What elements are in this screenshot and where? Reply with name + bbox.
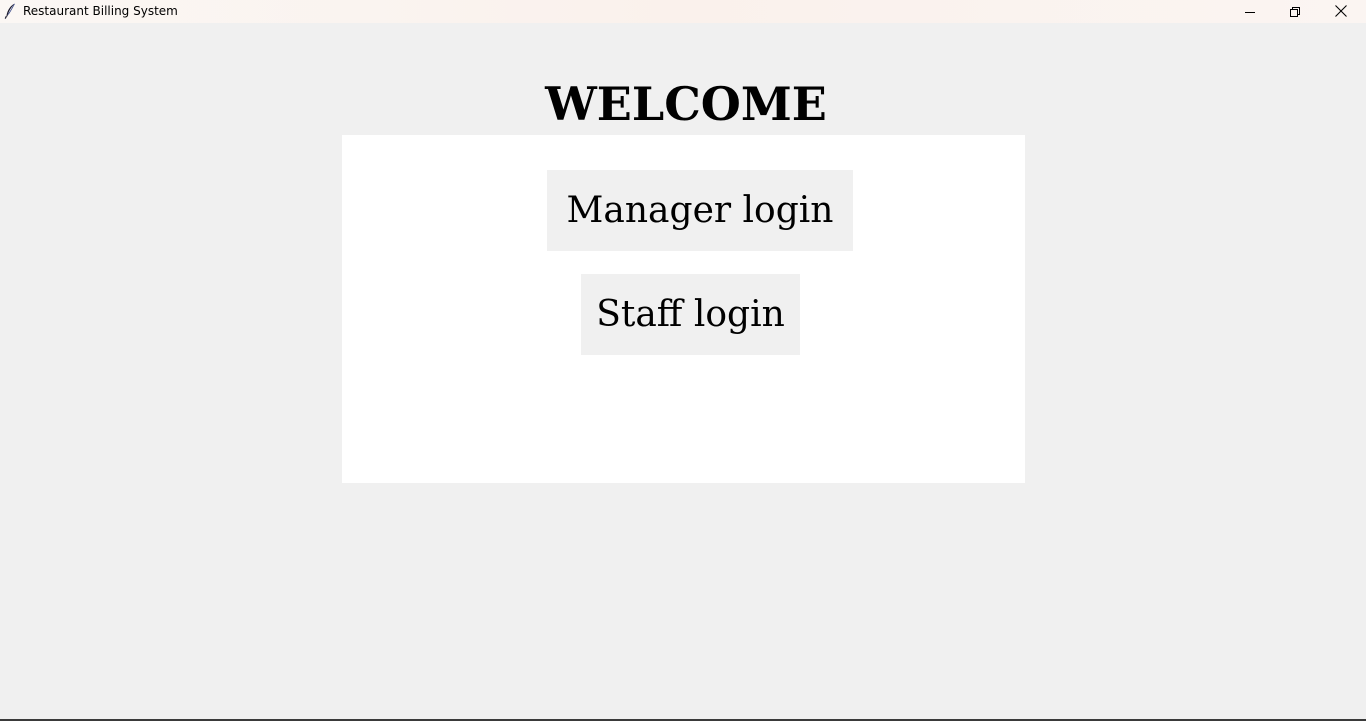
staff-login-button[interactable]: Staff login — [581, 274, 800, 355]
login-panel: Manager login Staff login — [342, 135, 1025, 483]
feather-icon — [4, 3, 16, 19]
minimize-button[interactable] — [1227, 0, 1273, 23]
window-title: Restaurant Billing System — [23, 4, 178, 18]
title-bar[interactable]: Restaurant Billing System — [0, 0, 1366, 23]
welcome-heading: WELCOME — [545, 77, 827, 131]
close-icon — [1335, 2, 1347, 21]
minimize-icon — [1245, 2, 1255, 21]
manager-login-button[interactable]: Manager login — [547, 170, 853, 251]
app-window: Restaurant Billing System WELCOME Manage… — [0, 0, 1366, 721]
maximize-button[interactable] — [1272, 0, 1318, 23]
restore-icon — [1290, 2, 1300, 21]
close-button[interactable] — [1318, 0, 1364, 23]
